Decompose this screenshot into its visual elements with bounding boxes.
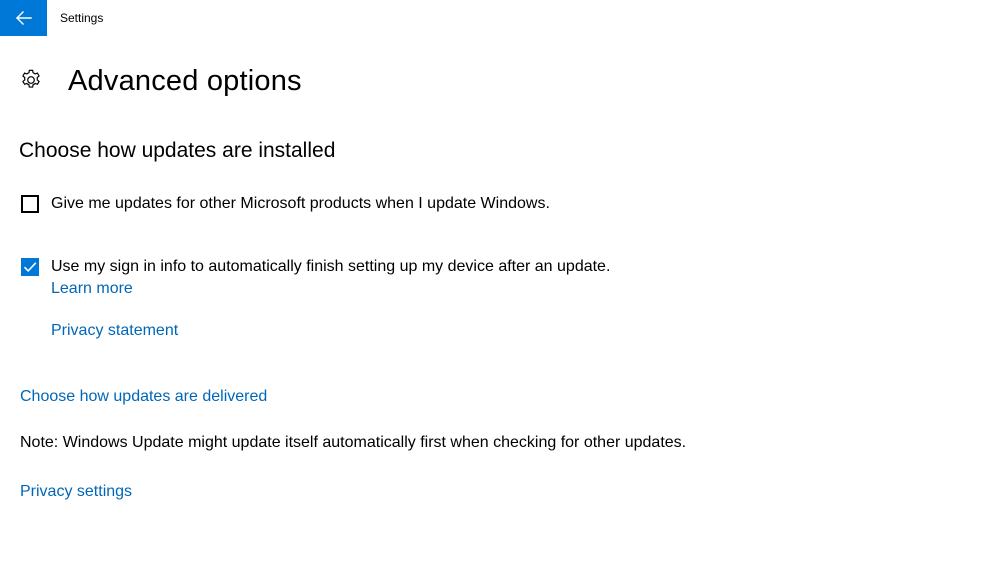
privacy-statement-link[interactable]: Privacy statement <box>51 321 178 341</box>
checkbox-other-microsoft-products[interactable] <box>21 195 39 213</box>
choose-delivery-link[interactable]: Choose how updates are delivered <box>20 387 267 407</box>
app-title: Settings <box>60 11 104 25</box>
section-title-install: Choose how updates are installed <box>19 139 336 162</box>
privacy-settings-link[interactable]: Privacy settings <box>20 482 132 502</box>
checkmark-icon <box>23 262 37 273</box>
checkbox-label-sign-in-info[interactable]: Use my sign in info to automatically fin… <box>51 257 610 277</box>
learn-more-link[interactable]: Learn more <box>51 279 133 299</box>
checkbox-label-other-microsoft-products[interactable]: Give me updates for other Microsoft prod… <box>51 194 550 214</box>
gear-icon <box>22 69 40 88</box>
back-button[interactable] <box>0 0 47 36</box>
title-bar: Settings <box>0 0 1000 36</box>
page-title: Advanced options <box>68 65 302 97</box>
update-note: Note: Windows Update might update itself… <box>20 434 687 451</box>
arrow-left-icon <box>15 11 32 25</box>
checkbox-sign-in-info[interactable] <box>21 258 39 276</box>
